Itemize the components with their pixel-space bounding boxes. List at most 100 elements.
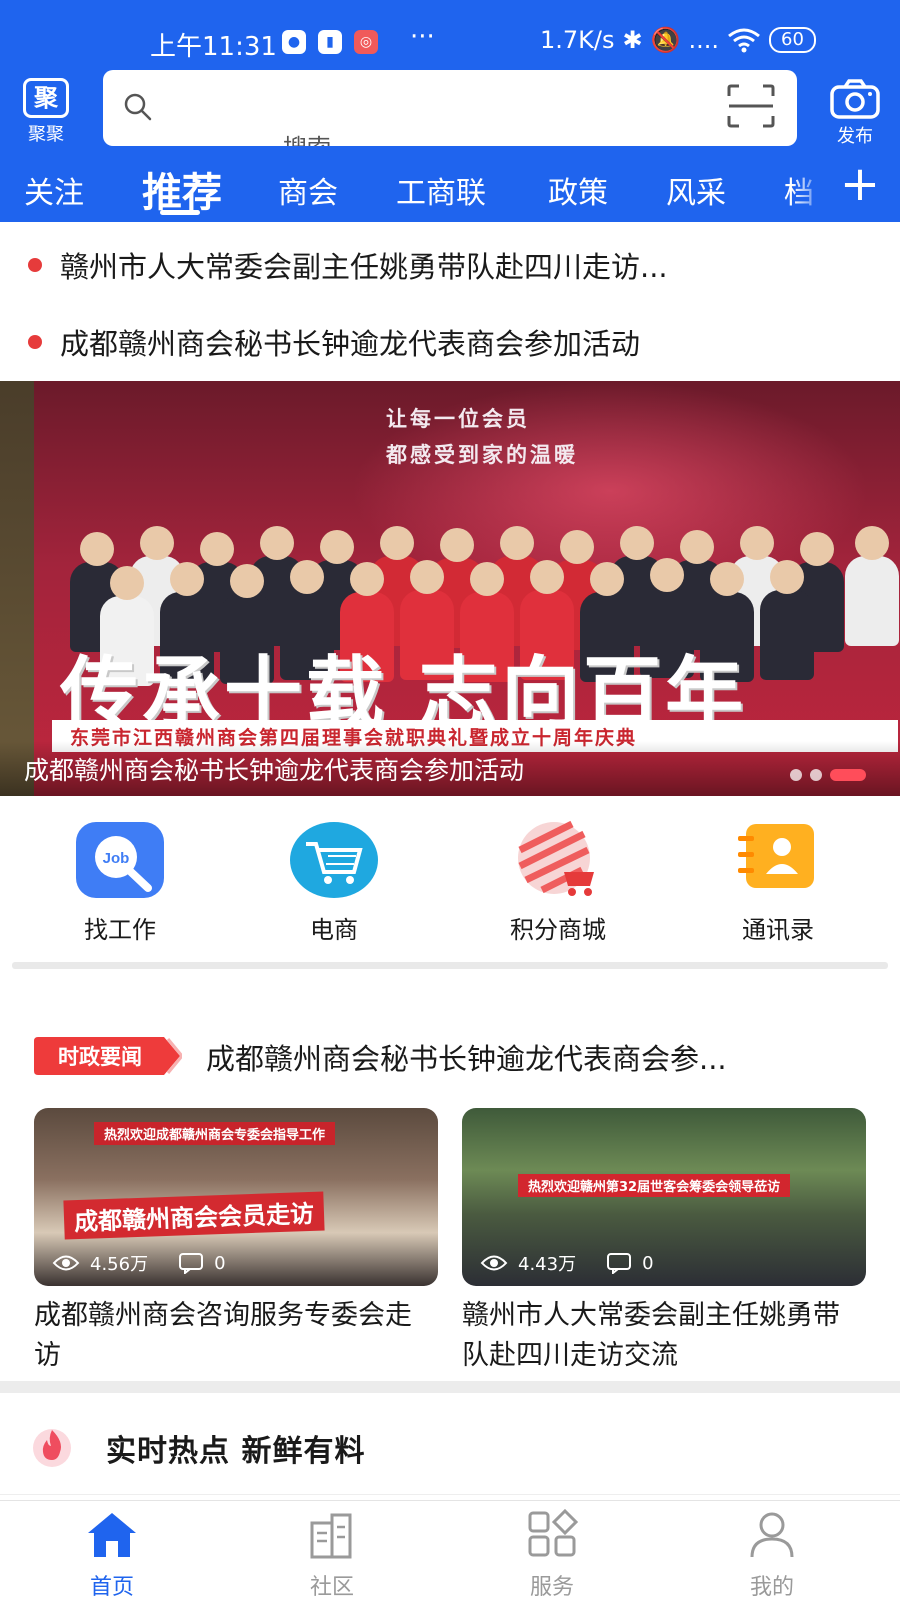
carousel-dot-active[interactable] xyxy=(830,769,866,781)
tab-chamber[interactable]: 商会 xyxy=(278,168,338,212)
shortcut-label: 电商 xyxy=(310,916,358,944)
comment-icon xyxy=(179,1253,204,1274)
alert-notification-icon: ◎ xyxy=(354,30,378,54)
scan-icon[interactable] xyxy=(727,84,775,128)
app-header: 上午11:31 ● ▮ ◎ ··· 1.7K/s ✱ 🔕 .... 60 聚 聚… xyxy=(0,0,900,222)
tabs-fade xyxy=(792,160,830,222)
nav-home[interactable]: 首页 xyxy=(52,1509,172,1600)
headline-text: 成都赣州商会秘书长钟逾龙代表商会参加活动 xyxy=(60,327,641,361)
camera-icon xyxy=(830,79,880,119)
flame-icon xyxy=(33,1429,71,1467)
search-icon xyxy=(124,93,152,121)
card-stats: 4.43万 0 xyxy=(480,1250,654,1276)
category-tabs: 关注 推荐 商会 工商联 政策 风采 档 + xyxy=(0,160,900,222)
wifi-icon xyxy=(728,28,760,53)
qq-icon: ● xyxy=(282,30,306,54)
status-bar: 上午11:31 ● ▮ ◎ ··· 1.7K/s ✱ 🔕 .... 60 xyxy=(0,22,900,62)
mute-icon: 🔕 xyxy=(650,26,681,54)
app-notification-icon: ▮ xyxy=(318,30,342,54)
slogan-line: 都感受到家的温暖 xyxy=(386,443,578,467)
shopping-cart-icon xyxy=(288,820,380,900)
view-count: 4.43万 xyxy=(518,1254,577,1275)
politics-news-badge[interactable]: 时政要闻 xyxy=(32,1035,182,1077)
contacts-icon xyxy=(732,820,824,900)
job-icon-text: Job xyxy=(103,850,130,867)
shortcut-points-mall[interactable]: 积分商城 xyxy=(468,820,648,945)
image-banner-text: 热烈欢迎赣州第32届世客会筹委会领导莅访 xyxy=(518,1174,791,1197)
hot-topics-text: 实时热点 新鲜有料 xyxy=(106,1434,366,1469)
nav-label: 社区 xyxy=(309,1575,354,1600)
tab-style[interactable]: 风采 xyxy=(666,168,726,212)
headline-item[interactable]: 赣州市人大常委会副主任姚勇带队赴四川走访... xyxy=(0,228,900,298)
hot-topics-header[interactable]: 实时热点 新鲜有料 xyxy=(0,1410,900,1495)
job-search-icon: Job xyxy=(74,820,166,900)
logo-mark: 聚 xyxy=(23,78,69,118)
active-tab-indicator xyxy=(160,210,200,215)
view-count: 4.56万 xyxy=(90,1254,149,1275)
banner-carousel[interactable]: 让每一位会员 都感受到家的温暖 传承十载 志向百年 东莞市江西赣州商会第四届理事 xyxy=(0,381,900,796)
bullet-dot xyxy=(28,335,42,349)
news-card-image: 热烈欢迎赣州第32届世客会筹委会领导莅访 4.43万 0 xyxy=(462,1108,866,1286)
tab-federation[interactable]: 工商联 xyxy=(396,168,486,212)
shortcut-label: 通讯录 xyxy=(742,916,814,944)
more-notifications-icon: ··· xyxy=(410,22,435,52)
headline-text: 赣州市人大常委会副主任姚勇带队赴四川走访... xyxy=(60,250,668,284)
profile-icon xyxy=(750,1512,794,1558)
nav-label: 首页 xyxy=(89,1575,134,1600)
network-speed: 1.7K/s xyxy=(540,26,615,54)
section-divider xyxy=(12,962,888,969)
bluetooth-icon: ✱ xyxy=(622,26,643,54)
carousel-dot[interactable] xyxy=(810,769,822,781)
points-mall-icon xyxy=(512,820,604,900)
add-tab-icon[interactable]: + xyxy=(830,160,890,222)
eye-icon xyxy=(52,1255,80,1271)
search-placeholder: 搜索 xyxy=(283,128,331,146)
news-card[interactable]: 热烈欢迎赣州第32届世客会筹委会领导莅访 4.43万 0 赣州市人大常委会副主任… xyxy=(462,1108,866,1376)
tab-follow[interactable]: 关注 xyxy=(24,168,84,212)
news-card-image: 热烈欢迎成都赣州商会专委会指导工作 成都赣州商会会员走访 4.56万 0 xyxy=(34,1108,438,1286)
comment-count: 0 xyxy=(642,1252,654,1274)
bottom-navigation: 首页 社区 服务 我的 xyxy=(0,1500,900,1600)
carousel-indicators xyxy=(790,769,866,781)
status-time: 上午11:31 xyxy=(150,32,277,62)
search-bar[interactable]: 搜索 xyxy=(103,70,797,146)
slogan-line: 让每一位会员 xyxy=(386,407,530,431)
signal-icon: .... xyxy=(688,26,720,54)
services-icon xyxy=(528,1508,579,1557)
comment-count: 0 xyxy=(214,1252,226,1274)
shortcut-find-job[interactable]: Job 找工作 xyxy=(30,820,210,945)
nav-profile[interactable]: 我的 xyxy=(712,1509,832,1600)
image-banner-text: 成都赣州商会会员走访 xyxy=(63,1191,325,1240)
status-right: 1.7K/s ✱ 🔕 .... 60 xyxy=(540,26,816,54)
banner-edge-photo xyxy=(0,381,34,796)
nav-services[interactable]: 服务 xyxy=(492,1508,612,1600)
shortcut-grid: Job 找工作 电商 积分商城 通讯录 xyxy=(0,820,900,950)
shortcut-label: 积分商城 xyxy=(510,916,606,944)
image-banner-text: 热烈欢迎成都赣州商会专委会指导工作 xyxy=(94,1122,336,1145)
shortcut-ecommerce[interactable]: 电商 xyxy=(244,820,424,945)
home-icon xyxy=(88,1513,136,1557)
shortcut-contacts[interactable]: 通讯录 xyxy=(688,820,868,945)
banner-caption: 成都赣州商会秘书长钟逾龙代表商会参加活动 xyxy=(24,756,525,785)
tab-policy[interactable]: 政策 xyxy=(548,168,608,212)
battery-indicator: 60 xyxy=(769,27,816,53)
section-divider xyxy=(0,1381,900,1393)
banner-slogan: 让每一位会员 都感受到家的温暖 xyxy=(386,401,578,473)
news-card[interactable]: 热烈欢迎成都赣州商会专委会指导工作 成都赣州商会会员走访 4.56万 0 成都赣… xyxy=(34,1108,438,1376)
nav-label: 服务 xyxy=(529,1575,574,1600)
eye-icon xyxy=(480,1255,508,1271)
app-logo[interactable]: 聚 聚聚 xyxy=(18,78,74,146)
publish-button[interactable]: 发布 xyxy=(826,78,884,148)
bullet-dot xyxy=(28,258,42,272)
card-stats: 4.56万 0 xyxy=(52,1250,226,1276)
headline-item[interactable]: 成都赣州商会秘书长钟逾龙代表商会参加活动 xyxy=(0,305,900,375)
publish-label: 发布 xyxy=(837,126,873,147)
carousel-dot[interactable] xyxy=(790,769,802,781)
news-card-title: 成都赣州商会咨询服务专委会走访 xyxy=(34,1300,412,1371)
section-divider xyxy=(0,1494,900,1495)
news-headline[interactable]: 成都赣州商会秘书长钟逾龙代表商会参... xyxy=(206,1036,866,1078)
nav-community[interactable]: 社区 xyxy=(272,1509,392,1600)
news-card-title: 赣州市人大常委会副主任姚勇带队赴四川走访交流 xyxy=(462,1300,840,1371)
comment-icon xyxy=(607,1253,632,1274)
logo-label: 聚聚 xyxy=(28,124,64,145)
